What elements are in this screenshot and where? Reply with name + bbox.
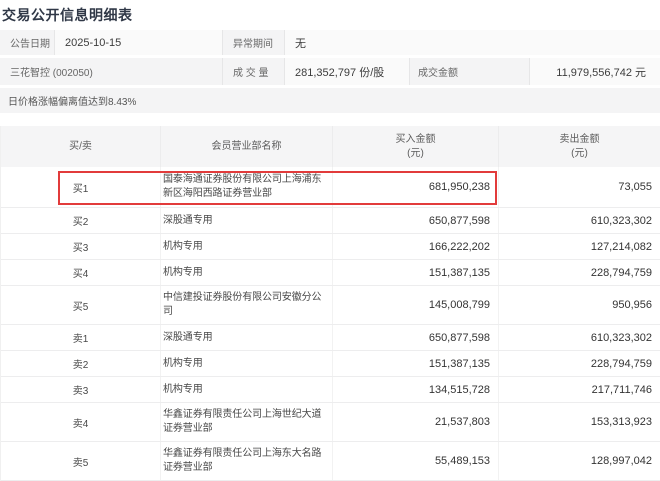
table-row: 卖1 深股通专用 650,877,598 610,323,302	[1, 325, 660, 351]
table-row: 卖2 机构专用 151,387,135 228,794,759	[1, 351, 660, 377]
row-branch-name: 华鑫证券有限责任公司上海东大名路证券营业部	[161, 442, 333, 480]
page-title: 交易公开信息明细表	[2, 5, 133, 25]
row-sell-amount: 610,323,302	[499, 208, 660, 233]
row-buy-amount: 145,008,799	[333, 286, 499, 324]
price-deviation-note: 日价格涨幅偏离值达到8.43%	[0, 88, 660, 113]
abnormal-period-label: 异常期间	[223, 30, 285, 55]
row-buy-amount: 650,877,598	[333, 208, 499, 233]
stock-name: 三花智控 (002050)	[0, 58, 223, 85]
column-label: 买入金额	[396, 133, 436, 147]
table-row: 卖5 华鑫证券有限责任公司上海东大名路证券营业部 55,489,153 128,…	[1, 442, 660, 481]
row-branch-name: 深股通专用	[161, 325, 333, 350]
volume-value: 281,352,797 份/股	[285, 58, 410, 85]
announce-date-value: 2025-10-15	[55, 30, 223, 55]
row-branch-name: 机构专用	[161, 351, 333, 376]
row-buy-amount: 681,950,238	[333, 167, 499, 207]
row-buy-amount: 166,222,202	[333, 234, 499, 259]
table-row: 买3 机构专用 166,222,202 127,214,082	[1, 234, 660, 260]
row-side: 卖1	[1, 325, 161, 350]
table-row: 买1 国泰海通证券股份有限公司上海浦东新区海阳西路证券营业部 681,950,2…	[1, 167, 660, 208]
row-branch-name: 中信建投证券股份有限公司安徽分公司	[161, 286, 333, 324]
column-label: 买/卖	[69, 140, 92, 154]
row-sell-amount: 950,956	[499, 286, 660, 324]
volume-label: 成 交 量	[223, 58, 285, 85]
row-branch-name: 国泰海通证券股份有限公司上海浦东新区海阳西路证券营业部	[161, 167, 333, 207]
row-buy-amount: 650,877,598	[333, 325, 499, 350]
row-side: 卖2	[1, 351, 161, 376]
table-row: 卖3 机构专用 134,515,728 217,711,746	[1, 377, 660, 403]
column-label: 会员营业部名称	[212, 140, 282, 154]
row-side: 卖3	[1, 377, 161, 402]
row-sell-amount: 610,323,302	[499, 325, 660, 350]
row-buy-amount: 21,537,803	[333, 403, 499, 441]
row-side: 买1	[1, 167, 161, 207]
column-unit: (元)	[407, 147, 424, 161]
table-row: 买4 机构专用 151,387,135 228,794,759	[1, 260, 660, 286]
announce-date-label: 公告日期	[0, 30, 55, 55]
row-side: 买2	[1, 208, 161, 233]
row-branch-name: 深股通专用	[161, 208, 333, 233]
column-label: 卖出金额	[560, 133, 600, 147]
table-row: 买2 深股通专用 650,877,598 610,323,302	[1, 208, 660, 234]
row-buy-amount: 151,387,135	[333, 351, 499, 376]
row-sell-amount: 73,055	[499, 167, 660, 207]
row-sell-amount: 217,711,746	[499, 377, 660, 402]
info-section: 公告日期 2025-10-15 异常期间 无 三花智控 (002050) 成 交…	[0, 30, 660, 88]
row-side: 卖5	[1, 442, 161, 480]
turnover-label: 成交金额	[410, 58, 530, 85]
info-row-stock: 三花智控 (002050) 成 交 量 281,352,797 份/股 成交金额…	[0, 58, 660, 85]
turnover-value: 11,979,556,742 元	[530, 58, 660, 85]
row-sell-amount: 128,997,042	[499, 442, 660, 480]
row-side: 买5	[1, 286, 161, 324]
row-buy-amount: 134,515,728	[333, 377, 499, 402]
row-branch-name: 华鑫证券有限责任公司上海世纪大道证券营业部	[161, 403, 333, 441]
abnormal-period-value: 无	[285, 30, 660, 55]
column-unit: (元)	[571, 147, 588, 161]
table-row: 买5 中信建投证券股份有限公司安徽分公司 145,008,799 950,956	[1, 286, 660, 325]
trade-disclosure-page: 交易公开信息明细表 公告日期 2025-10-15 异常期间 无 三花智控 (0…	[0, 0, 660, 467]
row-sell-amount: 228,794,759	[499, 351, 660, 376]
row-buy-amount: 151,387,135	[333, 260, 499, 285]
row-branch-name: 机构专用	[161, 260, 333, 285]
row-buy-amount: 55,489,153	[333, 442, 499, 480]
table-row: 卖4 华鑫证券有限责任公司上海世纪大道证券营业部 21,537,803 153,…	[1, 403, 660, 442]
column-header-branch-name: 会员营业部名称	[161, 126, 333, 167]
row-sell-amount: 127,214,082	[499, 234, 660, 259]
row-sell-amount: 153,313,923	[499, 403, 660, 441]
row-side: 买3	[1, 234, 161, 259]
row-branch-name: 机构专用	[161, 234, 333, 259]
column-header-buy-amount: 买入金额 (元)	[333, 126, 499, 167]
column-header-side: 买/卖	[1, 126, 161, 167]
row-side: 买4	[1, 260, 161, 285]
broker-table: 买/卖 会员营业部名称 买入金额 (元) 卖出金额 (元) 买1 国泰海通证券股…	[0, 126, 660, 481]
table-header: 买/卖 会员营业部名称 买入金额 (元) 卖出金额 (元)	[1, 126, 660, 167]
column-header-sell-amount: 卖出金额 (元)	[499, 126, 660, 167]
table-body: 买1 国泰海通证券股份有限公司上海浦东新区海阳西路证券营业部 681,950,2…	[1, 167, 660, 481]
row-sell-amount: 228,794,759	[499, 260, 660, 285]
row-branch-name: 机构专用	[161, 377, 333, 402]
row-side: 卖4	[1, 403, 161, 441]
info-row-date: 公告日期 2025-10-15 异常期间 无	[0, 30, 660, 55]
